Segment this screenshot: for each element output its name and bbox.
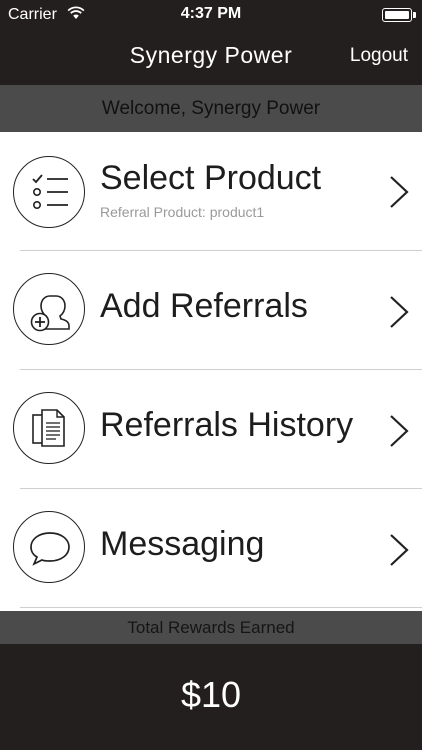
documents-icon [13,392,85,464]
menu-item-add-referrals[interactable]: Add Referrals [0,251,422,370]
menu-item-subtitle: Referral Product: product1 [100,204,265,220]
rewards-label: Total Rewards Earned [0,611,422,644]
menu-item-select-product[interactable]: Select Product Referral Product: product… [0,132,422,251]
chevron-right-icon [390,534,409,566]
menu-item-title: Add Referrals [100,287,308,325]
menu-item-title: Referrals History [100,406,354,444]
logout-button[interactable]: Logout [350,45,408,67]
menu-item-title: Messaging [100,525,265,563]
welcome-banner: Welcome, Synergy Power [0,85,422,132]
menu-item-messaging[interactable]: Messaging [0,489,422,608]
menu-item-title: Select Product [100,159,322,197]
chevron-right-icon [390,176,409,208]
menu-item-referrals-history[interactable]: Referrals History [0,370,422,489]
status-time: 4:37 PM [180,5,242,22]
rewards-value: $10 [0,644,422,750]
chevron-right-icon [390,415,409,447]
checklist-icon [13,156,85,228]
status-bar: Carrier 4:37 PM [0,0,422,30]
chevron-right-icon [390,296,409,328]
add-person-icon [13,273,85,345]
row-divider [20,607,422,608]
main-menu: Select Product Referral Product: product… [0,132,422,608]
top-bar: Carrier 4:37 PM Synergy Power Logout [0,0,422,85]
chat-bubble-icon [13,511,85,583]
battery-icon [382,8,416,22]
